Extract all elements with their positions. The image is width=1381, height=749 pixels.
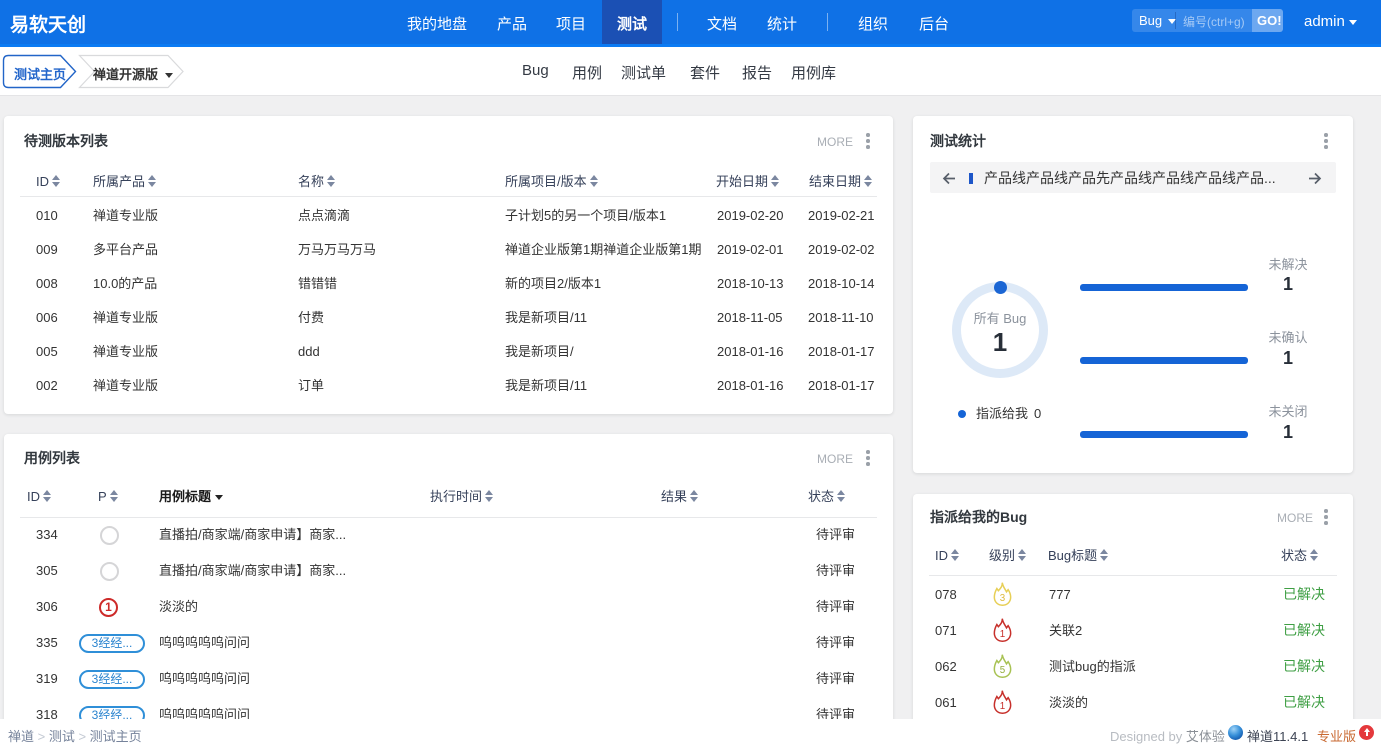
svg-text:3: 3	[999, 593, 1004, 604]
svg-text:1: 1	[999, 629, 1004, 640]
svg-text:1: 1	[999, 701, 1004, 712]
svg-text:5: 5	[999, 665, 1005, 676]
